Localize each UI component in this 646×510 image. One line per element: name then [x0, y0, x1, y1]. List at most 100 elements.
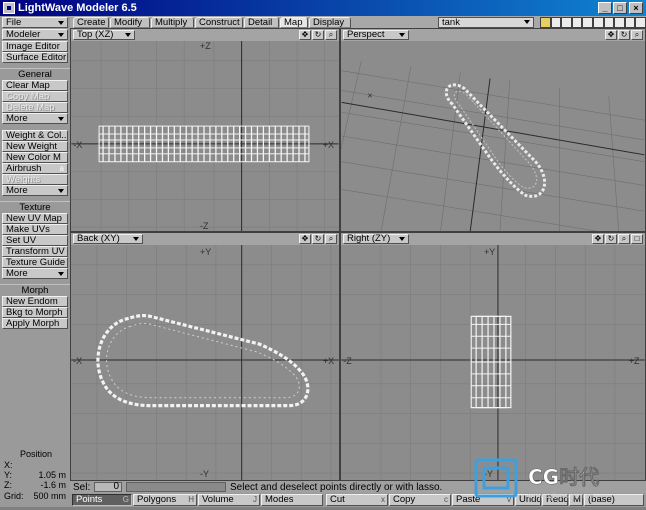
- rotate-icon[interactable]: ↻: [605, 234, 617, 244]
- weight-color-button[interactable]: Weight & Col...: [2, 130, 68, 141]
- rotate-icon[interactable]: ↻: [312, 234, 324, 244]
- viewport-back-label-right: +X: [323, 356, 334, 366]
- tab-detail[interactable]: Detail: [244, 17, 279, 28]
- viewport-top-view-select[interactable]: Top (XZ): [73, 30, 135, 40]
- cut-button[interactable]: Cut x: [326, 494, 388, 506]
- status-message: Select and deselect points directly or w…: [230, 482, 443, 493]
- viewport-top-tools: ✥ ↻ ⌕: [299, 30, 337, 40]
- layer-buttons: [540, 17, 646, 28]
- viewport-perspective-view: Perspect: [347, 29, 385, 40]
- new-color-map-button[interactable]: New Color M: [2, 152, 68, 163]
- more-weight-button[interactable]: More: [2, 185, 68, 196]
- tab-map[interactable]: Map: [280, 17, 308, 28]
- delete-map-button[interactable]: Delete Map: [2, 102, 68, 113]
- layer-8[interactable]: [614, 17, 625, 28]
- viewport-perspective-canvas[interactable]: ×: [341, 41, 645, 231]
- viewport-back-label-left: -X: [73, 356, 82, 366]
- viewport-right-view-select[interactable]: Right (ZY): [343, 234, 409, 244]
- airbrush-shortcut: a: [59, 164, 64, 173]
- layer-3[interactable]: [561, 17, 572, 28]
- polygons-mode-label: Polygons: [137, 494, 177, 505]
- clear-map-button[interactable]: Clear Map: [2, 80, 68, 91]
- section-texture-header: Texture: [0, 201, 70, 213]
- layer-1[interactable]: [540, 17, 551, 28]
- viewport-right[interactable]: Right (ZY) ✥ ↻ ⌕ □ +Y -Y -Z +Z: [340, 232, 646, 481]
- move-icon[interactable]: ✥: [299, 234, 311, 244]
- rotate-icon[interactable]: ↻: [312, 30, 324, 40]
- zoom-icon[interactable]: ⌕: [325, 30, 337, 40]
- more-general-button[interactable]: More: [2, 113, 68, 124]
- modes-menu[interactable]: Modes: [261, 494, 323, 506]
- object-selector[interactable]: tank: [438, 17, 534, 28]
- rotate-icon[interactable]: ↻: [618, 30, 630, 40]
- layer-6[interactable]: [592, 17, 604, 28]
- make-uvs-button[interactable]: Make UVs: [2, 224, 68, 235]
- close-button[interactable]: ×: [629, 2, 643, 14]
- position-title: Position: [19, 449, 53, 459]
- zoom-icon[interactable]: ⌕: [325, 234, 337, 244]
- move-icon[interactable]: ✥: [299, 30, 311, 40]
- grid-label: Grid:: [4, 491, 24, 501]
- grid-size: Grid: 500 mm: [4, 492, 68, 501]
- volume-mode-button[interactable]: Volume J: [198, 494, 260, 506]
- airbrush-button[interactable]: Airbrush a: [2, 163, 68, 174]
- maximize-button[interactable]: □: [613, 2, 627, 14]
- bkg-to-morph-button[interactable]: Bkg to Morph: [2, 307, 68, 318]
- points-mode-label: Points: [76, 494, 103, 505]
- move-icon[interactable]: ✥: [605, 30, 617, 40]
- set-uv-button[interactable]: Set UV: [2, 235, 68, 246]
- viewport-top[interactable]: Top (XZ) ✥ ↻ ⌕ +Z -Z -X +X: [70, 28, 340, 232]
- apply-morph-button[interactable]: Apply Morph: [2, 318, 68, 329]
- file-menu[interactable]: File: [2, 17, 68, 28]
- viewport-back-view: Back: [77, 233, 99, 244]
- image-editor-button[interactable]: Image Editor: [2, 41, 68, 52]
- position-z-label: Z:: [4, 480, 12, 490]
- viewport-perspective[interactable]: Perspect ✥ ↻ ⌕ ×: [340, 28, 646, 232]
- tab-create[interactable]: Create: [73, 17, 109, 28]
- tab-construct[interactable]: Construct: [195, 17, 243, 28]
- layer-2[interactable]: [550, 17, 562, 28]
- tab-display[interactable]: Display: [309, 17, 351, 28]
- maximize-icon[interactable]: □: [631, 234, 643, 244]
- polygons-mode-button[interactable]: Polygons H: [133, 494, 197, 506]
- layer-7[interactable]: [603, 17, 615, 28]
- minimize-button[interactable]: _: [598, 2, 612, 14]
- position-y: Y: 1.05 m: [4, 471, 68, 480]
- app-icon[interactable]: [3, 2, 15, 14]
- viewport-right-label-right: +Z: [629, 356, 640, 366]
- zoom-icon[interactable]: ⌕: [631, 30, 643, 40]
- new-weight-button[interactable]: New Weight: [2, 141, 68, 152]
- viewport-top-canvas[interactable]: +Z -Z -X +X: [71, 41, 339, 231]
- tab-multiply[interactable]: Multiply: [151, 17, 194, 28]
- viewport-back-canvas[interactable]: +Y -Y -X +X: [71, 245, 339, 480]
- layer-4[interactable]: [571, 17, 583, 28]
- position-x-label: X:: [4, 460, 13, 470]
- viewport-back[interactable]: Back (XY) ✥ ↻ ⌕ +Y -Y -X +X: [70, 232, 340, 481]
- viewport-top-axes: (XZ): [94, 29, 114, 40]
- move-icon[interactable]: ✥: [592, 234, 604, 244]
- new-uv-map-button[interactable]: New UV Map: [2, 213, 68, 224]
- viewport-right-label-top: +Y: [484, 247, 495, 257]
- viewport-right-canvas[interactable]: +Y -Y -Z +Z: [341, 245, 645, 480]
- viewport-right-label-left: -Z: [343, 356, 352, 366]
- surface-editor-button[interactable]: Surface Editor: [2, 52, 68, 63]
- modeler-menu[interactable]: Modeler: [2, 29, 68, 40]
- zoom-icon[interactable]: ⌕: [618, 234, 630, 244]
- more-texture-button[interactable]: More: [2, 268, 68, 279]
- layer-9[interactable]: [624, 17, 636, 28]
- copy-map-button[interactable]: Copy Map: [2, 91, 68, 102]
- position-readout: Position X: Y: 1.05 m Z: -1.6 m Grid: 50…: [2, 448, 68, 506]
- copy-button[interactable]: Copy c: [389, 494, 451, 506]
- weights-button[interactable]: Weights: [2, 174, 68, 185]
- points-mode-button[interactable]: Points G: [72, 494, 132, 506]
- viewport-right-axes: (ZY): [371, 233, 391, 244]
- watermark-logo-icon: [474, 458, 518, 498]
- new-endomorph-button[interactable]: New Endom: [2, 296, 68, 307]
- layer-5[interactable]: [582, 17, 593, 28]
- viewport-back-view-select[interactable]: Back (XY): [73, 234, 143, 244]
- tab-modify[interactable]: Modify: [110, 17, 150, 28]
- transform-uv-button[interactable]: Transform UV: [2, 246, 68, 257]
- texture-guide-button[interactable]: Texture Guide: [2, 257, 68, 268]
- viewport-perspective-view-select[interactable]: Perspect: [343, 30, 409, 40]
- layer-10[interactable]: [635, 17, 646, 28]
